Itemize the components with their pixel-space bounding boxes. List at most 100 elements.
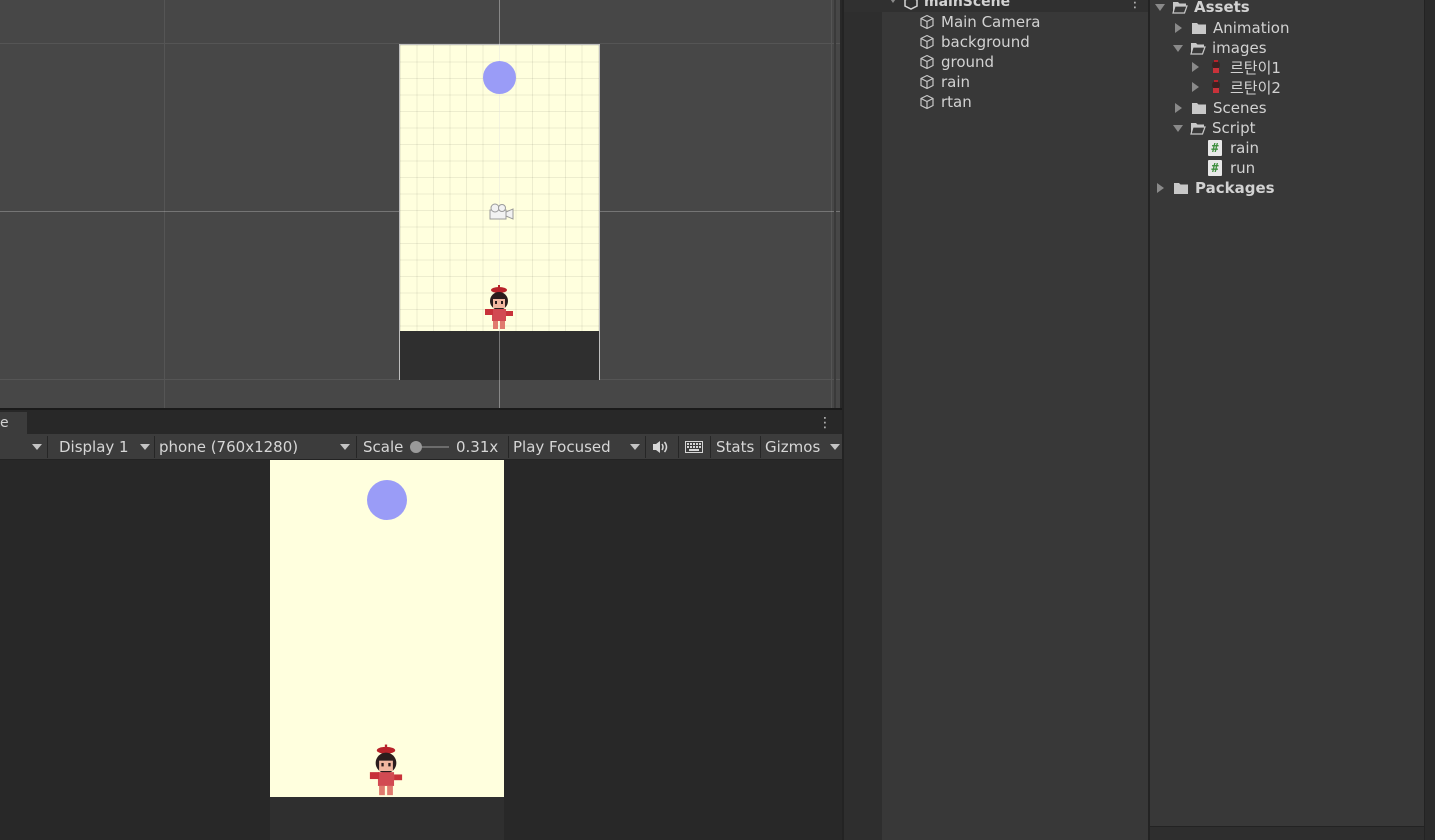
scene-view-edge bbox=[834, 0, 836, 408]
hierarchy-gutter bbox=[844, 12, 882, 840]
project-item-label: Animation bbox=[1213, 19, 1290, 37]
hierarchy-panel: mainScene ⋮ Main Camera background groun… bbox=[842, 0, 1148, 840]
collapse-arrow-icon[interactable] bbox=[1157, 183, 1164, 193]
gameobject-cube-icon bbox=[920, 94, 934, 110]
collapse-arrow-icon[interactable] bbox=[1192, 62, 1199, 72]
hierarchy-item-label: rain bbox=[941, 73, 971, 91]
game-rain-sprite bbox=[367, 480, 407, 520]
project-script-run[interactable]: # run bbox=[1208, 158, 1255, 178]
hierarchy-item-ground[interactable]: ground bbox=[919, 52, 994, 72]
hierarchy-scene-row[interactable]: mainScene ⋮ bbox=[844, 0, 1148, 12]
open-folder-icon bbox=[1172, 2, 1188, 14]
open-folder-icon bbox=[1190, 43, 1206, 55]
game-background-sprite bbox=[270, 460, 504, 840]
project-item-label: Assets bbox=[1194, 0, 1250, 16]
project-item-label: Scenes bbox=[1213, 99, 1267, 117]
project-folder-packages[interactable]: Packages bbox=[1157, 178, 1275, 198]
play-mode-dropdown[interactable]: Play Focused bbox=[508, 435, 644, 459]
hierarchy-item-label: ground bbox=[941, 53, 995, 71]
scene-name: mainScene bbox=[924, 0, 1011, 10]
sprite-thumbnail-icon bbox=[1212, 80, 1220, 93]
scene-rtan-sprite[interactable] bbox=[479, 285, 519, 331]
hierarchy-item-rain[interactable]: rain bbox=[919, 72, 970, 92]
project-footer-bar bbox=[1150, 826, 1424, 840]
hierarchy-item-label: Main Camera bbox=[941, 13, 1041, 31]
csharp-script-icon: # bbox=[1208, 160, 1222, 176]
collapse-arrow-icon[interactable] bbox=[1175, 23, 1182, 33]
play-mode-label: Play Focused bbox=[513, 438, 611, 456]
gameobject-cube-icon bbox=[920, 34, 934, 50]
toolbar-divider bbox=[356, 436, 357, 458]
scale-slider-thumb[interactable] bbox=[410, 441, 422, 453]
chevron-down-icon bbox=[140, 444, 150, 450]
folder-icon bbox=[1174, 183, 1188, 194]
project-item-label: 르탄이1 bbox=[1230, 58, 1281, 77]
unity-scene-icon bbox=[904, 0, 918, 10]
gameobject-cube-icon bbox=[920, 74, 934, 90]
project-panel: Assets Animation images 르탄이1 르탄이2 Scenes… bbox=[1148, 0, 1435, 840]
project-item-label: rain bbox=[1230, 139, 1260, 157]
chevron-down-icon bbox=[830, 444, 840, 450]
game-view-panel: e ⋮ Display 1 phone (760x1280) Scale 0.3… bbox=[0, 408, 842, 840]
hierarchy-item-main-camera[interactable]: Main Camera bbox=[919, 12, 1040, 32]
expand-arrow-icon[interactable] bbox=[1155, 3, 1165, 11]
project-asset-rtan-1[interactable]: 르탄이1 bbox=[1192, 57, 1281, 77]
toolbar-divider bbox=[47, 436, 48, 458]
game-view-dropdown[interactable] bbox=[0, 435, 46, 459]
resolution-label: phone (760x1280) bbox=[159, 438, 299, 456]
project-folder-scenes[interactable]: Scenes bbox=[1175, 98, 1267, 118]
chevron-down-icon bbox=[340, 444, 350, 450]
mute-audio-button[interactable] bbox=[646, 435, 678, 459]
project-script-rain[interactable]: # rain bbox=[1208, 138, 1259, 158]
open-folder-icon bbox=[1190, 123, 1206, 135]
hierarchy-item-background[interactable]: background bbox=[919, 32, 1030, 52]
project-item-label: 르탄이2 bbox=[1230, 78, 1281, 97]
project-item-label: run bbox=[1230, 159, 1256, 177]
expand-arrow-icon[interactable] bbox=[1173, 124, 1183, 132]
game-viewport[interactable] bbox=[0, 460, 842, 840]
keyboard-shortcuts-button[interactable] bbox=[679, 435, 711, 459]
project-folder-assets[interactable]: Assets bbox=[1155, 0, 1250, 17]
resolution-dropdown[interactable]: phone (760x1280) bbox=[154, 435, 354, 459]
tab-game[interactable]: e bbox=[0, 412, 27, 436]
project-asset-rtan-2[interactable]: 르탄이2 bbox=[1192, 77, 1281, 97]
expand-arrow-icon[interactable] bbox=[1173, 44, 1183, 52]
gizmos-button[interactable]: Gizmos bbox=[760, 435, 824, 459]
camera-gizmo-icon[interactable] bbox=[486, 202, 516, 222]
hierarchy-item-label: rtan bbox=[941, 93, 972, 111]
sprite-thumbnail-icon bbox=[1212, 60, 1220, 73]
scale-label: Scale bbox=[363, 438, 404, 456]
game-toolbar: Display 1 phone (760x1280) Scale 0.31x P… bbox=[0, 434, 842, 460]
game-view-menu-icon[interactable]: ⋮ bbox=[818, 414, 832, 432]
project-item-label: images bbox=[1212, 39, 1267, 57]
display-label: Display 1 bbox=[59, 438, 129, 456]
collapse-arrow-icon[interactable] bbox=[1175, 103, 1182, 113]
folder-icon bbox=[1192, 23, 1206, 34]
display-dropdown[interactable]: Display 1 bbox=[54, 435, 154, 459]
project-item-label: Packages bbox=[1195, 179, 1275, 197]
gameobject-cube-icon bbox=[920, 54, 934, 70]
collapse-arrow-icon[interactable] bbox=[1192, 82, 1199, 92]
game-tab-bar: e ⋮ bbox=[0, 408, 842, 436]
project-scrollbar[interactable] bbox=[1424, 0, 1435, 840]
game-rtan-sprite bbox=[369, 744, 403, 796]
project-folder-images[interactable]: images bbox=[1173, 38, 1267, 58]
project-folder-script[interactable]: Script bbox=[1173, 118, 1256, 138]
project-folder-animation[interactable]: Animation bbox=[1175, 18, 1289, 38]
keyboard-icon bbox=[685, 441, 703, 453]
scene-view[interactable] bbox=[0, 0, 840, 408]
scene-rain-sprite[interactable] bbox=[483, 61, 516, 94]
expand-arrow-icon[interactable] bbox=[888, 0, 898, 3]
stats-button[interactable]: Stats bbox=[711, 435, 759, 459]
hierarchy-item-rtan[interactable]: rtan bbox=[919, 92, 972, 112]
gameobject-cube-icon bbox=[920, 14, 934, 30]
speaker-icon bbox=[653, 441, 668, 453]
game-ground-sprite bbox=[270, 797, 504, 840]
csharp-script-icon: # bbox=[1208, 140, 1222, 156]
gizmos-dropdown[interactable] bbox=[824, 435, 840, 459]
scale-value: 0.31x bbox=[456, 438, 499, 456]
chevron-down-icon bbox=[32, 444, 42, 450]
folder-icon bbox=[1192, 103, 1206, 114]
scene-menu-icon[interactable]: ⋮ bbox=[1128, 0, 1142, 11]
hierarchy-item-label: background bbox=[941, 33, 1030, 51]
